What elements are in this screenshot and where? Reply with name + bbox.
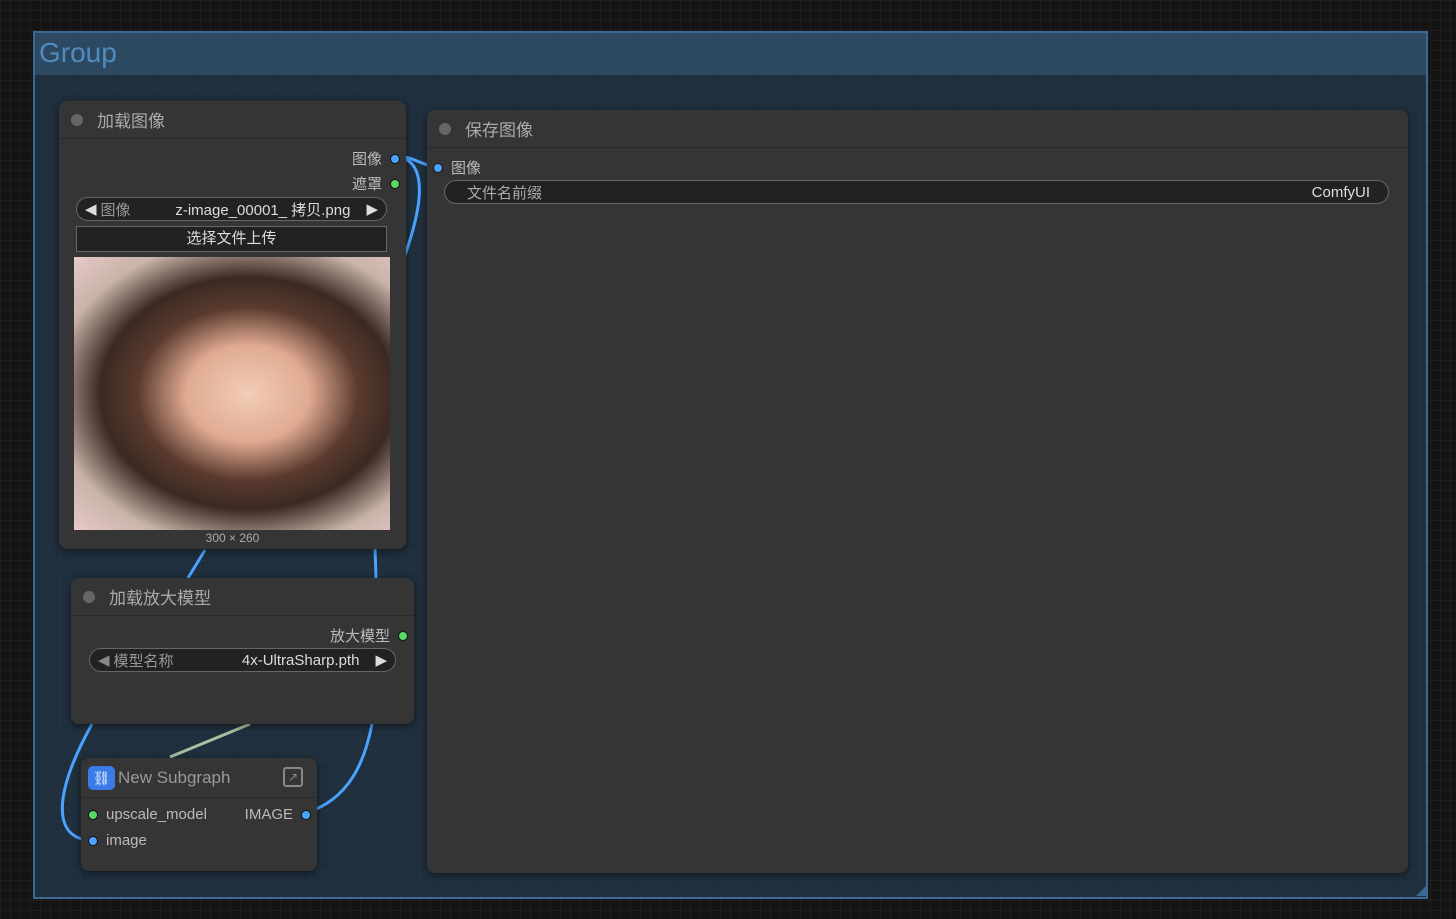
input-label: image <box>106 832 147 849</box>
input-label: upscale_model <box>106 806 207 823</box>
arrow-left-icon[interactable]: ◀ <box>98 651 110 669</box>
output-label: 遮罩 <box>352 173 382 194</box>
image-size: 300 × 260 <box>59 531 406 545</box>
output-label: 放大模型 <box>330 625 390 646</box>
filename-prefix-field[interactable]: 文件名前缀 ComfyUI <box>444 180 1389 204</box>
model-name-combo[interactable]: ◀ 模型名称 4x-UltraSharp.pth ▶ <box>89 648 396 672</box>
input-dot[interactable] <box>433 163 443 173</box>
node-title: New Subgraph <box>118 768 230 788</box>
node-title: 加载放大模型 <box>109 584 211 609</box>
input-image[interactable]: 图像 <box>433 157 481 178</box>
input-image[interactable]: image <box>88 832 147 849</box>
input-upscale-model[interactable]: upscale_model <box>88 806 207 823</box>
subgraph-node[interactable]: ⛓ New Subgraph ↗ upscale_model image IMA… <box>81 758 317 871</box>
input-label: 图像 <box>451 157 481 178</box>
subgraph-icon: ⛓ <box>88 766 115 790</box>
group-header[interactable] <box>35 33 1426 75</box>
output-image[interactable]: 图像 <box>352 148 400 169</box>
image-preview <box>74 257 390 530</box>
load-upscale-model-node[interactable]: 加载放大模型 放大模型 ◀ 模型名称 4x-UltraSharp.pth ▶ <box>71 578 414 724</box>
arrow-right-icon[interactable]: ▶ <box>366 200 378 218</box>
node-status-dot[interactable] <box>83 591 95 603</box>
arrow-right-icon[interactable]: ▶ <box>375 651 387 669</box>
output-mask[interactable]: 遮罩 <box>352 173 400 194</box>
node-status-dot[interactable] <box>71 114 83 126</box>
load-image-node[interactable]: 加载图像 图像 遮罩 ◀ 图像 z-image_00001_ 拷贝.png ▶ … <box>59 101 406 549</box>
output-dot[interactable] <box>398 631 408 641</box>
output-dot[interactable] <box>390 154 400 164</box>
open-subgraph-icon[interactable]: ↗ <box>283 767 303 787</box>
node-title: 加载图像 <box>97 107 165 132</box>
group-title: Group <box>39 37 117 69</box>
node-status-dot[interactable] <box>439 123 451 135</box>
output-dot[interactable] <box>390 179 400 189</box>
input-dot[interactable] <box>88 810 98 820</box>
node-title: 保存图像 <box>465 116 533 141</box>
combo-label: 图像 <box>101 199 131 220</box>
image-combo[interactable]: ◀ 图像 z-image_00001_ 拷贝.png ▶ <box>76 197 387 221</box>
field-label: 文件名前缀 <box>467 182 542 203</box>
output-upscale-model[interactable]: 放大模型 <box>330 625 408 646</box>
output-label: IMAGE <box>245 806 293 823</box>
group-resize-handle[interactable] <box>1416 886 1426 896</box>
save-image-node[interactable]: 保存图像 图像 文件名前缀 ComfyUI <box>427 110 1408 873</box>
combo-label: 模型名称 <box>114 650 174 671</box>
upload-button[interactable]: 选择文件上传 <box>76 226 387 252</box>
output-label: 图像 <box>352 148 382 169</box>
input-dot[interactable] <box>88 836 98 846</box>
field-value: ComfyUI <box>542 184 1370 201</box>
arrow-left-icon[interactable]: ◀ <box>85 200 97 218</box>
output-image[interactable]: IMAGE <box>245 806 311 823</box>
combo-value: z-image_00001_ 拷贝.png <box>131 199 351 220</box>
combo-value: 4x-UltraSharp.pth <box>174 652 360 669</box>
output-dot[interactable] <box>301 810 311 820</box>
